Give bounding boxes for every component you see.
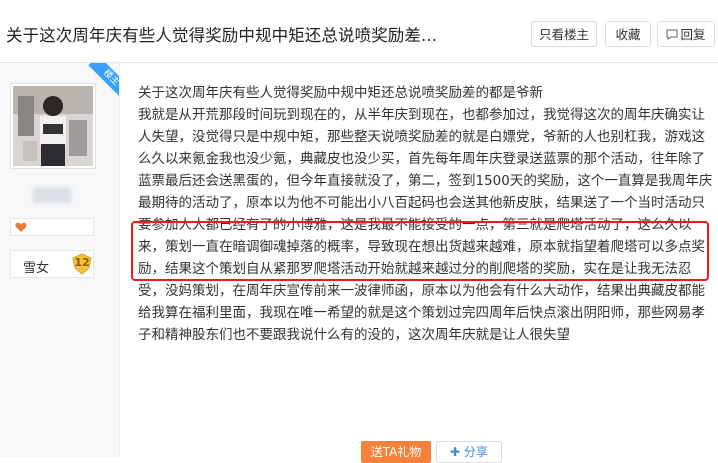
post-body: 关于这次周年庆有些人觉得奖励中规中矩还总说喷奖励差的都是爷新 我就是从开荒那段时… (138, 85, 713, 343)
avatar[interactable] (13, 86, 93, 166)
username-blurred[interactable] (33, 187, 71, 203)
honor-bar (10, 218, 94, 236)
post-title: 关于这次周年庆有些人觉得奖励中规中矩还总说喷奖励差... (6, 26, 438, 45)
share-button[interactable]: ✚ 分享 (436, 441, 502, 463)
level-badge: 雪女 12 (10, 250, 94, 278)
reply-label: 回复 (680, 27, 706, 42)
gift-button[interactable]: 送TA礼物 (361, 441, 431, 463)
reply-button[interactable]: 回复 (657, 21, 715, 47)
author-sidebar: 楼主 雪女 12 (0, 63, 120, 457)
reply-icon (666, 29, 678, 40)
avatar-image (13, 86, 93, 166)
louzhu-badge: 楼主 (84, 63, 119, 98)
level-number: 12 (74, 256, 90, 269)
post-header: 关于这次周年庆有些人觉得奖励中规中矩还总说喷奖励差... 只看楼主 收藏 回复 (0, 0, 718, 63)
heart-icon (15, 222, 27, 232)
collect-button[interactable]: 收藏 (605, 21, 651, 47)
level-title: 雪女 (23, 261, 50, 276)
post-content: 关于这次周年庆有些人觉得奖励中规中矩还总说喷奖励差的都是爷新 我就是从开荒那段时… (138, 82, 714, 346)
louzhu-badge-label: 楼主 (88, 63, 119, 98)
only-louzhu-button[interactable]: 只看楼主 (531, 21, 597, 47)
